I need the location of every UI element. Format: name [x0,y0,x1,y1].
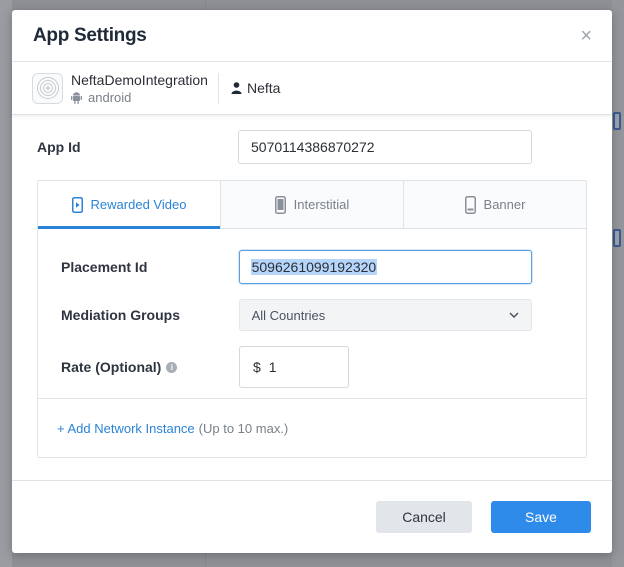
background-left-strip [0,0,12,567]
tab-label: Interstitial [293,197,350,212]
mobile-icon [464,195,476,214]
close-icon[interactable]: × [580,26,592,46]
mediation-groups-select[interactable]: All Countries [238,299,532,331]
account: Nefta [231,80,280,96]
placement-id-label: Placement Id [61,259,148,275]
add-network-hint: (Up to 10 max.) [198,420,289,436]
app-meta: NeftaDemoIntegration android [71,72,208,105]
app-name: NeftaDemoIntegration [71,71,208,88]
info-icon[interactable]: i [166,362,178,373]
background-badge [613,112,621,130]
add-network-instance-link[interactable]: + Add Network Instance [57,421,195,436]
rate-label: Rate (Optional) [61,359,162,375]
app-id-row: App Id 5070114386870272 [37,130,587,164]
modal-footer: Cancel Save [12,480,612,553]
app-bar-divider [217,72,219,104]
background-badge [613,229,621,247]
rate-row: Rate (Optional) i $ 1 [61,346,532,388]
placement-id-value: 5096261099192320 [250,259,378,275]
rate-input[interactable]: $ 1 [239,346,349,388]
phone-icon [274,195,286,214]
app-id-label: App Id [37,139,81,155]
save-button[interactable]: Save [491,501,591,533]
chevron-down-icon [509,312,519,318]
cancel-button[interactable]: Cancel [376,501,472,533]
play-rect-icon [71,196,83,213]
tab-interstitial[interactable]: Interstitial [221,181,404,228]
mediation-groups-label: Mediation Groups [61,307,180,323]
app-settings-modal: App Settings × NeftaDemoIntegration andr… [12,10,612,553]
tab-rewarded-video[interactable]: Rewarded Video [38,181,221,229]
modal-body: App Id 5070114386870272 Rewarded Video I… [12,115,612,458]
tab-banner[interactable]: Banner [404,181,586,228]
ad-unit-panel: Rewarded Video Interstitial Banner Place… [37,180,587,458]
rate-value: 1 [268,359,277,375]
tab-label: Banner [483,197,526,212]
user-icon [231,82,242,94]
modal-header: App Settings × [12,10,612,62]
rate-label-wrap: Rate (Optional) i [61,359,239,375]
app-platform: android [71,90,208,105]
ad-unit-tabs: Rewarded Video Interstitial Banner [38,181,586,229]
placement-id-row: Placement Id 5096261099192320 [61,250,532,284]
app-logo-icon [32,72,63,104]
tab-content: Placement Id 5096261099192320 Mediation … [38,229,586,388]
mediation-groups-row: Mediation Groups All Countries [61,298,532,332]
placement-id-input[interactable]: 5096261099192320 [238,250,532,284]
background-right-strip [612,0,624,567]
modal-title: App Settings [33,24,147,46]
rate-currency: $ [253,359,261,375]
tab-label: Rewarded Video [90,197,187,212]
app-id-input[interactable]: 5070114386870272 [238,130,532,164]
app-info-bar: NeftaDemoIntegration android Nefta [12,62,612,115]
account-name: Nefta [246,80,281,96]
android-icon [71,91,82,104]
add-network-row: + Add Network Instance (Up to 10 max.) [38,399,586,457]
app-platform-label: android [88,89,132,105]
mediation-groups-value: All Countries [251,307,326,323]
